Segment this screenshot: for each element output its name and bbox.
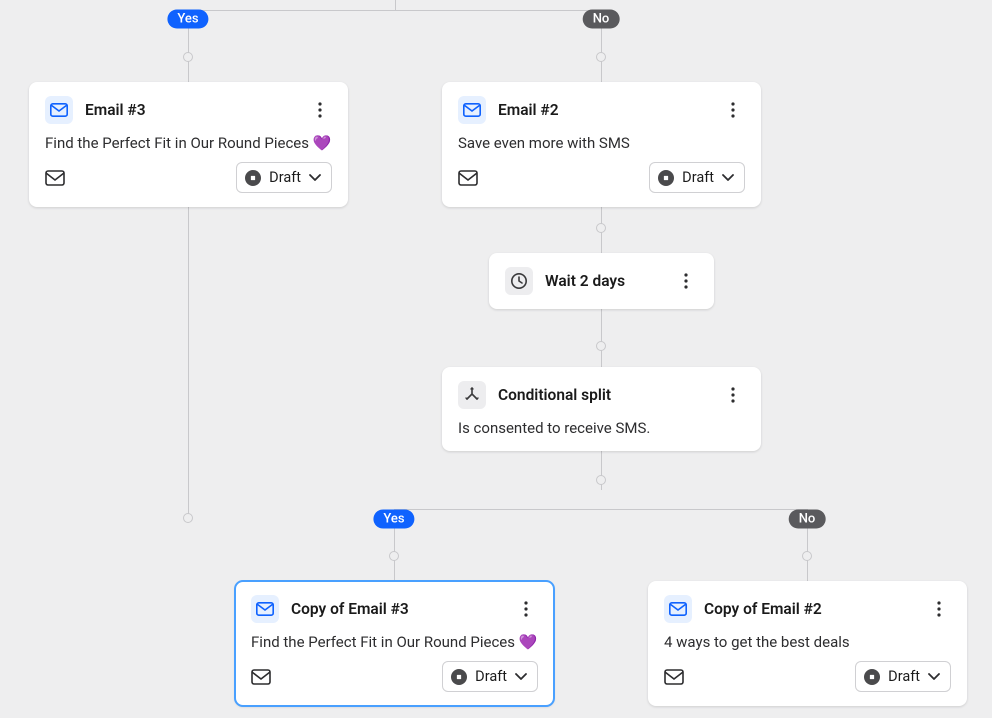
branch-yes-pill: Yes <box>373 510 414 529</box>
connector <box>394 509 807 510</box>
more-menu-button[interactable] <box>721 98 745 122</box>
split-icon <box>458 381 486 409</box>
mail-icon <box>664 595 692 623</box>
dots-vertical-icon <box>731 102 735 118</box>
connector <box>395 0 396 10</box>
mail-outline-icon <box>664 669 684 685</box>
email-card-copy-3[interactable]: Copy of Email #3 Find the Perfect Fit in… <box>235 581 554 706</box>
conditional-split-card[interactable]: Conditional split Is consented to receiv… <box>442 367 761 451</box>
email-subject: Find the Perfect Fit in Our Round Pieces… <box>251 633 538 651</box>
add-step-dot[interactable] <box>183 513 193 523</box>
add-step-dot[interactable] <box>596 52 606 62</box>
branch-no-pill: No <box>789 510 826 529</box>
add-step-dot[interactable] <box>596 223 606 233</box>
email-subject: Save even more with SMS <box>458 134 745 152</box>
email-subject: Find the Perfect Fit in Our Round Pieces… <box>45 134 332 152</box>
chevron-down-icon <box>309 174 321 182</box>
card-title: Email #3 <box>85 101 296 119</box>
status-dropdown[interactable]: Draft <box>236 162 332 193</box>
mail-icon <box>458 96 486 124</box>
pencil-circle-icon <box>451 669 467 685</box>
card-title: Copy of Email #3 <box>291 600 502 618</box>
dots-vertical-icon <box>731 387 735 403</box>
more-menu-button[interactable] <box>514 597 538 621</box>
mail-outline-icon <box>251 669 271 685</box>
status-label: Draft <box>475 668 507 685</box>
pencil-circle-icon <box>864 669 880 685</box>
pencil-circle-icon <box>245 170 261 186</box>
branch-yes-pill: Yes <box>167 10 208 29</box>
status-dropdown[interactable]: Draft <box>442 661 538 692</box>
wait-label: Wait 2 days <box>545 272 662 290</box>
split-condition: Is consented to receive SMS. <box>458 419 745 437</box>
dots-vertical-icon <box>937 601 941 617</box>
dots-vertical-icon <box>524 601 528 617</box>
more-menu-button[interactable] <box>721 383 745 407</box>
email-card-2[interactable]: Email #2 Save even more with SMS Draft <box>442 82 761 207</box>
pencil-circle-icon <box>658 170 674 186</box>
status-dropdown[interactable]: Draft <box>649 162 745 193</box>
status-label: Draft <box>682 169 714 186</box>
wait-card[interactable]: Wait 2 days <box>489 253 714 309</box>
status-dropdown[interactable]: Draft <box>855 661 951 692</box>
status-label: Draft <box>269 169 301 186</box>
branch-no-pill: No <box>583 10 620 29</box>
email-card-copy-2[interactable]: Copy of Email #2 4 ways to get the best … <box>648 581 967 706</box>
email-subject: 4 ways to get the best deals <box>664 633 951 651</box>
mail-icon <box>251 595 279 623</box>
add-step-dot[interactable] <box>596 341 606 351</box>
status-label: Draft <box>888 668 920 685</box>
add-step-dot[interactable] <box>183 52 193 62</box>
add-step-dot[interactable] <box>596 475 606 485</box>
mail-outline-icon <box>458 170 478 186</box>
mail-outline-icon <box>45 170 65 186</box>
email-card-3[interactable]: Email #3 Find the Perfect Fit in Our Rou… <box>29 82 348 207</box>
dots-vertical-icon <box>684 273 688 289</box>
chevron-down-icon <box>928 673 940 681</box>
add-step-dot[interactable] <box>389 551 399 561</box>
add-step-dot[interactable] <box>802 551 812 561</box>
card-title: Conditional split <box>498 386 709 404</box>
dots-vertical-icon <box>318 102 322 118</box>
card-title: Email #2 <box>498 101 709 119</box>
mail-icon <box>45 96 73 124</box>
more-menu-button[interactable] <box>674 269 698 293</box>
chevron-down-icon <box>515 673 527 681</box>
card-title: Copy of Email #2 <box>704 600 915 618</box>
more-menu-button[interactable] <box>308 98 332 122</box>
more-menu-button[interactable] <box>927 597 951 621</box>
clock-icon <box>505 267 533 295</box>
connector <box>188 10 601 11</box>
chevron-down-icon <box>722 174 734 182</box>
